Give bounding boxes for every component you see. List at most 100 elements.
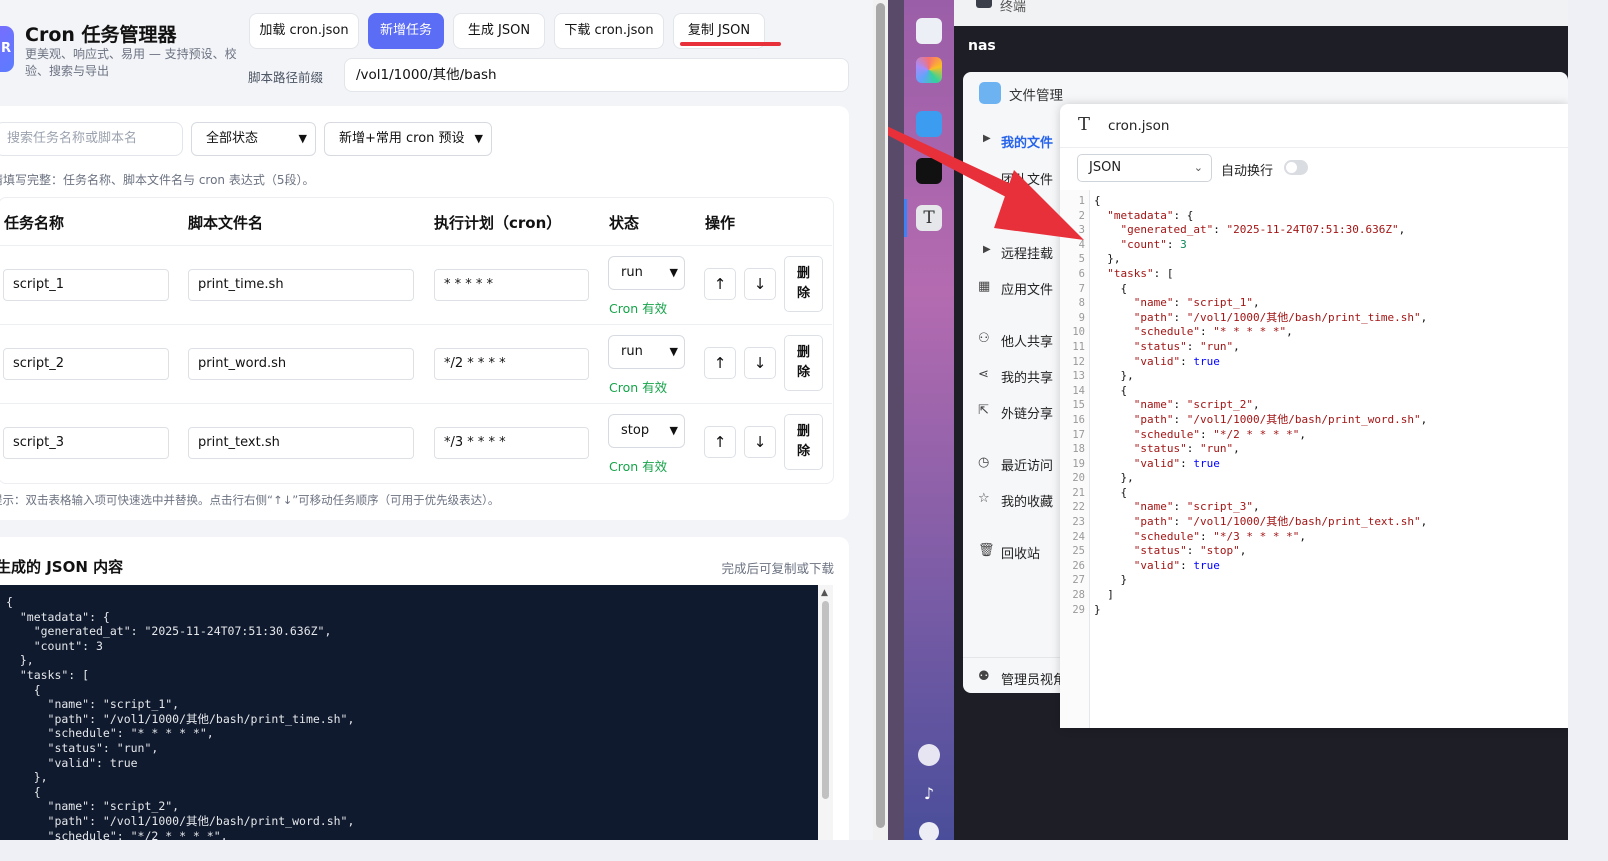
sidebar-item-team-files[interactable]: 团队文件	[1001, 169, 1053, 188]
add-task-button[interactable]: 新增任务	[368, 13, 444, 49]
script-name-input[interactable]: print_time.sh	[188, 269, 414, 301]
generate-json-button[interactable]: 生成 JSON	[453, 13, 545, 49]
sidebar-item-my-shares[interactable]: 我的共享	[1001, 367, 1053, 386]
column-header-cron: 执行计划（cron）	[434, 214, 562, 232]
cron-expression-input[interactable]: */2 * * * *	[434, 348, 589, 380]
desktop-wallpaper	[888, 0, 904, 840]
sidebar-item-trash[interactable]: 回收站	[1001, 543, 1040, 562]
status-select[interactable]: run ▼	[608, 256, 685, 290]
caret-right-icon[interactable]: ▶	[983, 244, 991, 255]
terminal-host-label: nas	[968, 38, 996, 54]
chevron-down-icon: ⌄	[1193, 161, 1203, 174]
users-icon: ⚇	[978, 331, 990, 346]
sidebar-item-shared-with-me[interactable]: 他人共享	[1001, 331, 1053, 350]
share-icon: ⋖	[978, 367, 989, 382]
column-header-script: 脚本文件名	[188, 214, 264, 232]
app-center-icon[interactable]	[916, 57, 942, 83]
chevron-down-icon: ▼	[669, 424, 678, 437]
page-scrollbar[interactable]	[873, 0, 888, 840]
path-prefix-input[interactable]: /vol1/1000/其他/bash	[344, 58, 849, 92]
move-up-button[interactable]: ↑	[704, 347, 736, 379]
sidebar-item-link-shares[interactable]: 外链分享	[1001, 403, 1053, 422]
chevron-down-icon: ▼	[669, 266, 678, 279]
download-json-button[interactable]: 下载 cron.json	[554, 13, 664, 49]
script-name-input[interactable]: print_word.sh	[188, 348, 414, 380]
text-file-icon: T	[1078, 114, 1091, 135]
json-scrollbar[interactable]: ▲	[818, 585, 833, 840]
scrollbar-thumb[interactable]	[876, 3, 885, 828]
delete-button[interactable]: 删除	[784, 335, 823, 391]
row-divider	[0, 324, 832, 325]
terminal-icon[interactable]	[916, 158, 942, 184]
cron-valid-label: Cron 有效	[609, 301, 668, 316]
move-down-button[interactable]: ↓	[744, 426, 776, 458]
caret-right-icon[interactable]: ▶	[983, 133, 991, 144]
clock-icon: ◷	[978, 455, 990, 470]
cron-valid-label: Cron 有效	[609, 459, 668, 474]
sidebar-item-recent[interactable]: 最近访问	[1001, 455, 1053, 474]
word-wrap-toggle[interactable]	[1284, 160, 1308, 175]
json-output[interactable]: { "metadata": { "generated_at": "2025-11…	[0, 585, 818, 840]
move-down-button[interactable]: ↓	[744, 347, 776, 379]
move-up-button[interactable]: ↑	[704, 268, 736, 300]
line-number-gutter: 1 2 3 4 5 6 7 8 9 10 11 12 13 14 15 16 17 18 19 20 21 22 23 24 2…	[1060, 190, 1090, 728]
move-up-button[interactable]: ↑	[704, 426, 736, 458]
move-down-button[interactable]: ↓	[744, 268, 776, 300]
task-name-input[interactable]: script_2	[3, 348, 169, 380]
cron-preset-value: 新增+常用 cron 预设	[339, 131, 465, 146]
task-name-input[interactable]: script_3	[3, 427, 169, 459]
language-select[interactable]: JSON ⌄	[1077, 154, 1212, 182]
delete-label: 除	[796, 286, 810, 301]
script-name-input[interactable]: print_text.sh	[188, 427, 414, 459]
file-manager-title: 文件管理	[1009, 88, 1063, 104]
status-select[interactable]: stop ▼	[608, 414, 685, 448]
status-filter-value: 全部状态	[206, 131, 259, 146]
load-json-button[interactable]: 加载 cron.json	[249, 13, 359, 49]
sidebar-item-remote-mounts[interactable]: 远程挂载	[1001, 243, 1053, 262]
delete-label: 除	[796, 444, 810, 459]
star-icon: ☆	[978, 491, 990, 506]
text-editor-window: T cron.json JSON ⌄ 自动换行 1 2 3 4 5 6 7 8 9 10 11 12 13…	[1060, 104, 1568, 728]
sidebar-item-favorites[interactable]: 我的收藏	[1001, 491, 1053, 510]
status-select[interactable]: run ▼	[608, 335, 685, 369]
delete-label: 删	[796, 424, 810, 439]
active-indicator	[904, 199, 907, 237]
scrollbar-thumb[interactable]	[822, 601, 829, 799]
task-name-input[interactable]: script_1	[3, 269, 169, 301]
search-input[interactable]: 搜索任务名称或脚本名	[0, 122, 183, 156]
status-filter-select[interactable]: 全部状态 ▼	[191, 122, 316, 156]
delete-button[interactable]: 删除	[784, 256, 823, 312]
bell-icon[interactable]: ♪	[919, 784, 939, 804]
trash-icon: 🗑	[978, 543, 995, 558]
caret-right-icon[interactable]: ▶	[983, 170, 991, 181]
monitor-icon[interactable]	[916, 18, 942, 44]
status-value: run	[621, 265, 643, 280]
sidebar-item-my-files[interactable]: 我的文件	[1001, 132, 1053, 151]
form-hint: 请填写完整：任务名称、脚本文件名与 cron 表达式（5段）。	[0, 173, 315, 187]
code-area[interactable]: { "metadata": { "generated_at": "2025-11…	[1094, 194, 1427, 617]
terminal-app-icon	[976, 0, 992, 8]
user-icon[interactable]	[919, 822, 939, 840]
cron-expression-input[interactable]: * * * * *	[434, 269, 589, 301]
external-share-icon: ⇱	[978, 403, 989, 418]
column-header-status: 状态	[609, 214, 640, 232]
cron-expression-input[interactable]: */3 * * * *	[434, 427, 589, 459]
app-title: Cron 任务管理器	[25, 24, 177, 46]
admin-icon: ⚉	[978, 669, 990, 684]
line-numbers: 1 2 3 4 5 6 7 8 9 10 11 12 13 14 15 16 17 18 19 20 21 22 23 24 2…	[1072, 195, 1085, 616]
json-section-title: 生成的 JSON 内容	[0, 558, 124, 576]
file-manager-icon	[979, 82, 1001, 104]
cron-manager-app: R Cron 任务管理器 更美观、响应式、易用 — 支持预设、校验、搜索与导出 …	[0, 0, 888, 840]
sidebar-item-admin-view[interactable]: 管理员视角	[1001, 669, 1066, 688]
cron-valid-label: Cron 有效	[609, 380, 668, 395]
word-wrap-label: 自动换行	[1221, 164, 1274, 179]
row-divider	[0, 245, 832, 246]
sync-icon[interactable]	[918, 744, 940, 766]
cron-preset-select[interactable]: 新增+常用 cron 预设 ▼	[324, 122, 492, 156]
folder-icon[interactable]	[916, 111, 942, 137]
text-editor-icon[interactable]: T	[916, 205, 942, 231]
sidebar-item-app-files[interactable]: 应用文件	[1001, 279, 1053, 298]
delete-button[interactable]: 删除	[784, 414, 823, 470]
app-dock: T ♪	[904, 0, 954, 840]
editor-filename: cron.json	[1108, 118, 1170, 134]
